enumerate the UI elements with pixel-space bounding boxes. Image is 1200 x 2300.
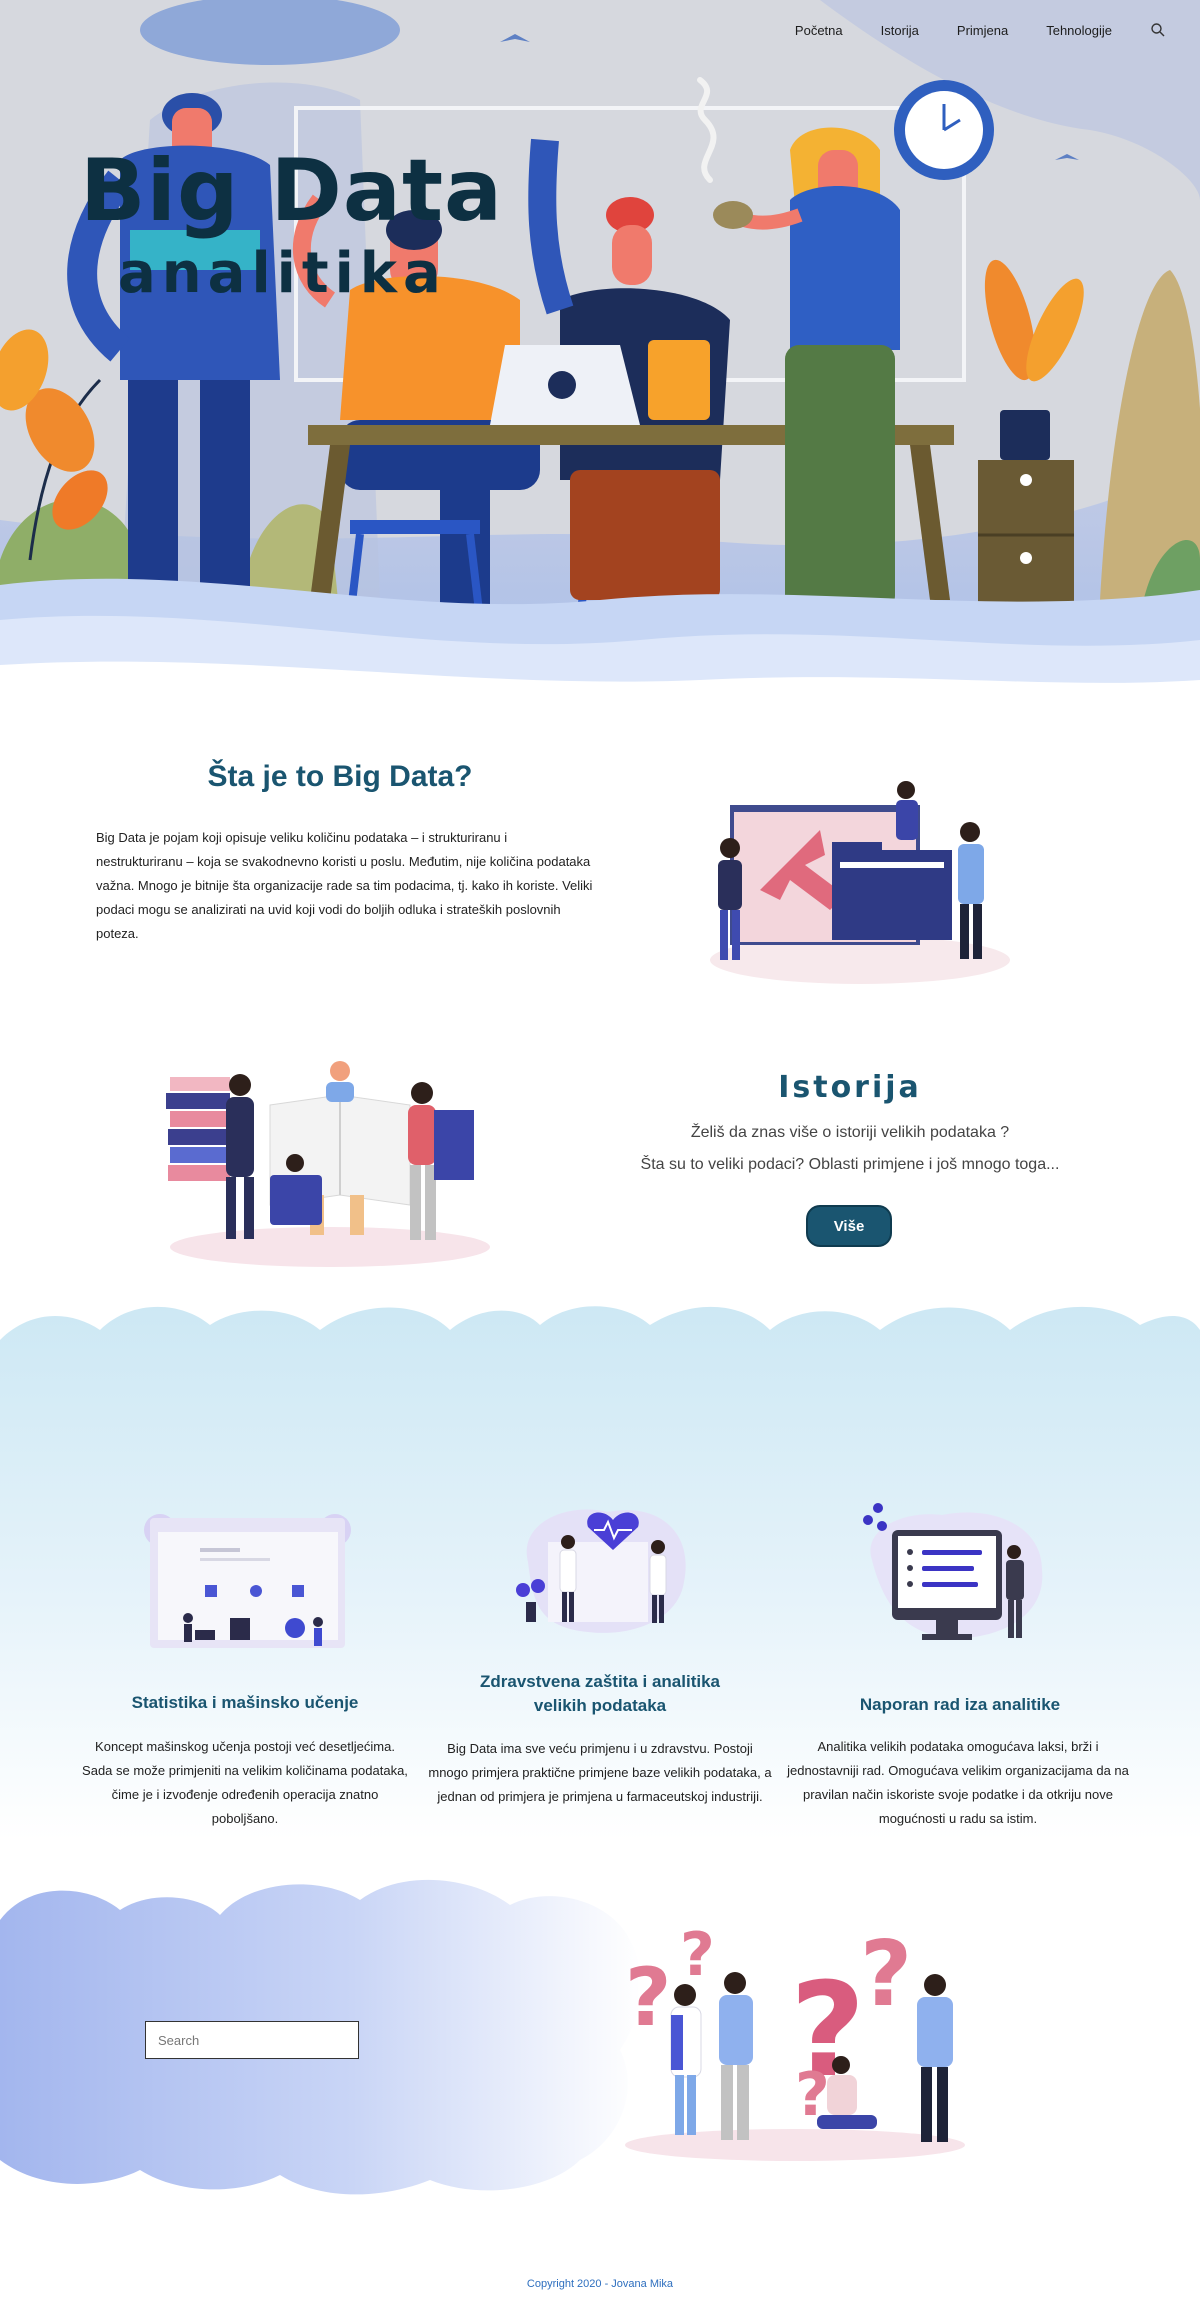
svg-text:?: ? xyxy=(860,1922,912,2027)
search-icon[interactable] xyxy=(1150,22,1166,38)
feature-work-text: Analitika velikih podataka omogućava lak… xyxy=(787,1739,1129,1826)
nav-item-istorija[interactable]: Istorija xyxy=(881,23,919,38)
feature-health-illustration xyxy=(516,1509,686,1633)
feature-health-text: Big Data ima sve veću primjenu i u zdrav… xyxy=(428,1741,772,1804)
more-button[interactable]: Više xyxy=(806,1205,892,1247)
feature-health-title: Zdravstvena zaštita i analitika velikih … xyxy=(480,1672,720,1715)
about-text: Big Data je pojam koji opisuje veliku ko… xyxy=(96,830,593,941)
feature-work-title: Naporan rad iza analitike xyxy=(859,1695,1061,1714)
hero-section: Početna Istorija Primjena Tehnologije Bi… xyxy=(0,0,1200,690)
feature-statistics-text: Koncept mašinskog učenja postoji već des… xyxy=(82,1739,408,1826)
nav-item-tehnologije[interactable]: Tehnologije xyxy=(1046,23,1112,38)
hero-subtitle: analitika xyxy=(118,241,447,306)
svg-text:?: ? xyxy=(625,1951,671,2044)
about-title: Šta je to Big Data? xyxy=(207,760,473,793)
about-illustration xyxy=(710,781,1010,984)
feature-work-illustration xyxy=(863,1503,1043,1640)
svg-text:?: ? xyxy=(680,1920,715,1990)
nav-item-primjena[interactable]: Primjena xyxy=(957,23,1008,38)
hero-illustration xyxy=(0,0,1200,690)
history-question-2: Šta su to veliki podaci? Oblasti primjen… xyxy=(640,1156,1060,1173)
questions-illustration: ? ? ? ? ? xyxy=(625,1920,965,2161)
history-illustration xyxy=(166,1061,490,1267)
hero-title: Big Data xyxy=(80,141,504,241)
main-nav: Početna Istorija Primjena Tehnologije xyxy=(795,22,1166,38)
history-title: Istorija xyxy=(778,1070,922,1105)
nav-item-pocetna[interactable]: Početna xyxy=(795,23,843,38)
footer-copyright: Copyright 2020 - Jovana Mika xyxy=(526,2278,674,2290)
history-question-1: Želiš da znas više o istoriji velikih po… xyxy=(690,1124,1010,1141)
feature-statistics-illustration xyxy=(144,1514,351,1648)
feature-statistics-title: Statistika i mašinsko učenje xyxy=(131,1693,359,1712)
search-input[interactable] xyxy=(145,2021,359,2059)
